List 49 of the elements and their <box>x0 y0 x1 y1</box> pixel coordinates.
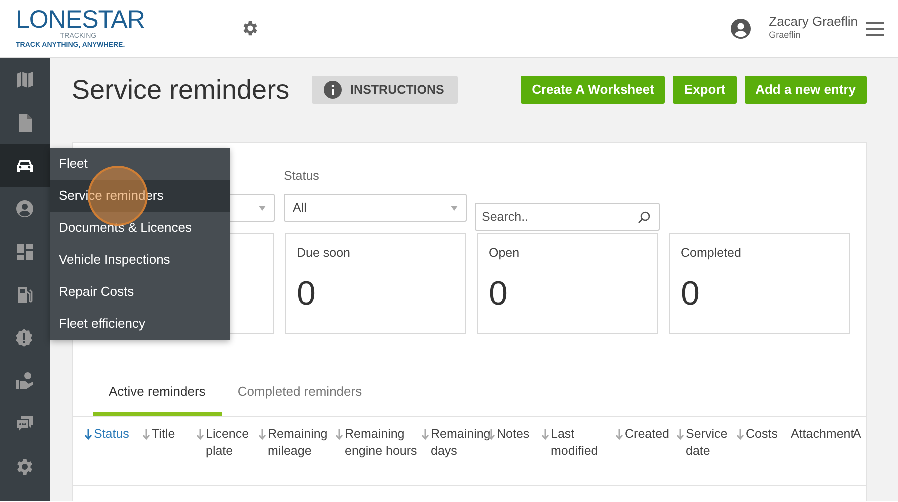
column-header[interactable]: Title <box>143 416 197 485</box>
fuel-pump-icon <box>16 286 34 304</box>
info-icon <box>324 81 342 100</box>
column-header[interactable]: Licence plate <box>197 416 259 485</box>
tab[interactable]: Completed reminders <box>222 374 378 416</box>
file-icon <box>16 114 34 132</box>
menu-icon[interactable] <box>866 22 884 36</box>
stat-label: Open <box>489 245 521 262</box>
stat-value: 0 <box>681 276 701 311</box>
search-field[interactable]: Search.. <box>475 203 660 232</box>
account-name: Graeflin <box>769 29 802 42</box>
user-avatar-icon[interactable] <box>731 18 752 38</box>
chat-icon <box>16 414 34 432</box>
column-header[interactable]: Status <box>85 416 143 485</box>
column-header[interactable]: Service date <box>677 416 737 485</box>
caret-icon <box>451 206 458 211</box>
alert-icon <box>16 328 34 346</box>
submenu-item[interactable]: Repair Costs <box>50 276 230 308</box>
sidebar-item[interactable] <box>0 144 50 187</box>
instructions-button[interactable]: INSTRUCTIONS <box>312 76 458 104</box>
user-name: Zacary Graeflin <box>769 14 858 29</box>
submenu-item[interactable]: Documents & Licences <box>50 212 230 244</box>
page-title: Service reminders <box>72 74 290 106</box>
settings-icon <box>16 458 34 476</box>
status-select[interactable]: All <box>284 194 467 222</box>
search-icon <box>638 211 651 224</box>
field-label: Status <box>284 168 320 186</box>
dashboard-icon <box>16 242 34 260</box>
column-header[interactable]: Remaining mileage <box>259 416 336 485</box>
submenu-item[interactable]: Fleet efficiency <box>50 308 230 340</box>
column-header[interactable]: Created <box>616 416 677 485</box>
stat-label: Due soon <box>297 245 352 262</box>
map-icon <box>16 70 34 88</box>
column-header[interactable]: Last modified <box>542 416 616 485</box>
caret-icon <box>259 206 266 211</box>
settings-icon[interactable] <box>241 19 260 38</box>
column-header[interactable]: Costs <box>737 416 791 485</box>
stat-value: 0 <box>297 276 317 311</box>
column-header: Attachment <box>791 426 853 443</box>
hand-coin-icon <box>16 372 34 390</box>
submenu-item[interactable]: Fleet <box>50 148 230 180</box>
stat-label: Completed <box>681 245 742 262</box>
column-header: A <box>853 426 862 443</box>
user-icon <box>16 200 34 218</box>
submenu-item[interactable]: Vehicle Inspections <box>50 244 230 276</box>
tab[interactable]: Active reminders <box>93 374 222 416</box>
column-header[interactable]: Remaining engine hours <box>336 416 422 485</box>
stat-value: 0 <box>489 276 509 311</box>
column-header[interactable]: Remaining days <box>422 416 488 485</box>
